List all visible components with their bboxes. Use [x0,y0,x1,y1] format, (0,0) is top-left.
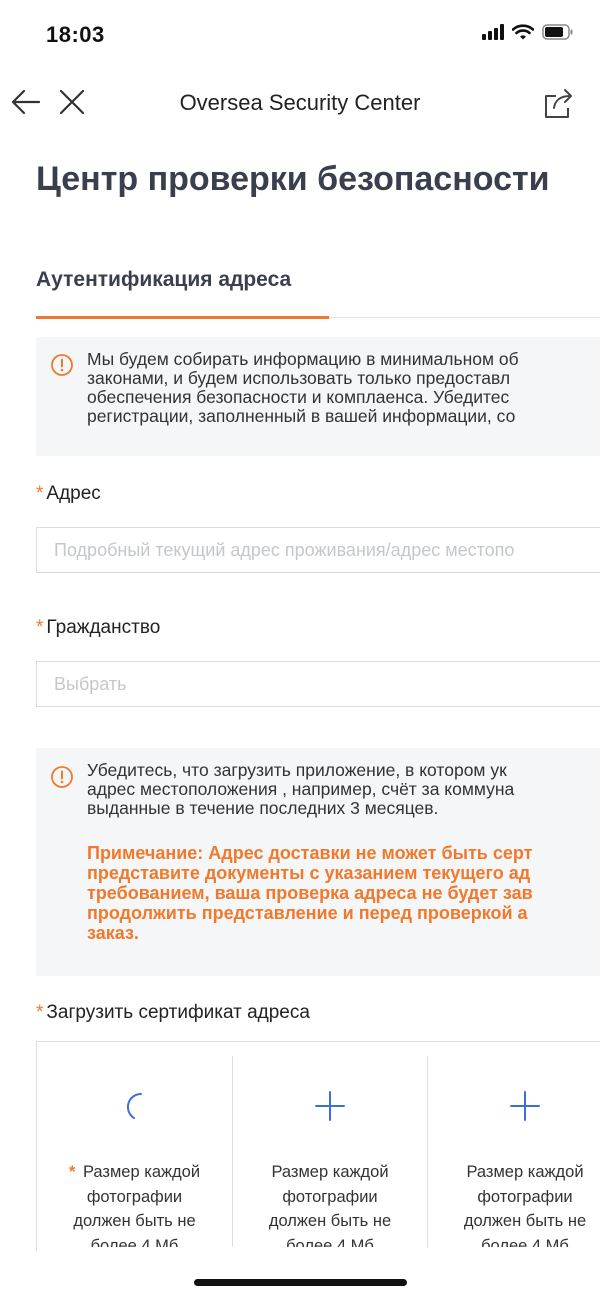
share-icon[interactable] [542,86,576,120]
document-notice: Убедитесь, что загрузить приложение, в к… [36,748,600,976]
cellular-signal-icon [482,24,504,40]
home-indicator[interactable] [194,1279,407,1286]
privacy-notice-text: Мы будем собирать информацию в минимальн… [87,349,519,426]
nav-title: Oversea Security Center [179,90,421,115]
address-input[interactable]: Подробный текущий адрес проживания/адрес… [36,527,600,573]
battery-icon [542,24,573,40]
address-label-text: Адрес [46,483,101,504]
upload-slot-1[interactable]: * Размер каждой фотографии должен быть н… [37,1056,232,1251]
address-label: * Адрес [36,483,101,505]
nav-bar: Oversea Security Center [0,72,600,132]
upload-slot-3[interactable]: Размер каждой фотографии должен быть не … [427,1056,600,1251]
info-circle-icon [51,766,73,788]
upload-slot-3-caption: Размер каждой фотографии должен быть не … [463,1163,587,1251]
upload-area: * Размер каждой фотографии должен быть н… [36,1041,600,1251]
required-mark: * [36,483,44,504]
status-bar: 18:03 [0,0,600,70]
info-circle-icon [51,354,73,376]
upload-slot-2[interactable]: Размер каждой фотографии должен быть не … [232,1056,427,1251]
status-time: 18:03 [46,22,105,47]
upload-label: * Загрузить сертификат адреса [36,1002,310,1024]
tab-address-authentication[interactable]: Аутентификация адреса [36,268,291,292]
document-notice-warning: Примечание: Адрес доставки не может быть… [87,843,533,943]
citizenship-label: * Гражданство [36,617,160,639]
document-notice-text: Убедитесь, что загрузить приложение, в к… [87,760,515,818]
upload-slot-2-caption: Размер каждой фотографии должен быть не … [268,1163,392,1251]
page-title: Центр проверки безопасности [36,160,550,198]
required-mark: * [68,1163,76,1181]
scroll-clip [37,1247,600,1251]
tab-active-indicator [36,316,329,319]
wifi-icon [512,24,534,40]
required-mark: * [36,617,44,638]
privacy-notice: Мы будем собирать информацию в минимальн… [36,337,600,456]
spinner-icon [126,1092,142,1119]
plus-icon [315,1091,345,1121]
citizenship-select[interactable]: Выбрать [36,661,600,707]
plus-icon [510,1091,540,1121]
upload-slot-1-caption: * Размер каждой фотографии должен быть н… [68,1163,201,1251]
status-icons [482,24,574,40]
upload-label-text: Загрузить сертификат адреса [46,1002,310,1023]
citizenship-label-text: Гражданство [46,617,161,638]
required-mark: * [36,1002,44,1023]
